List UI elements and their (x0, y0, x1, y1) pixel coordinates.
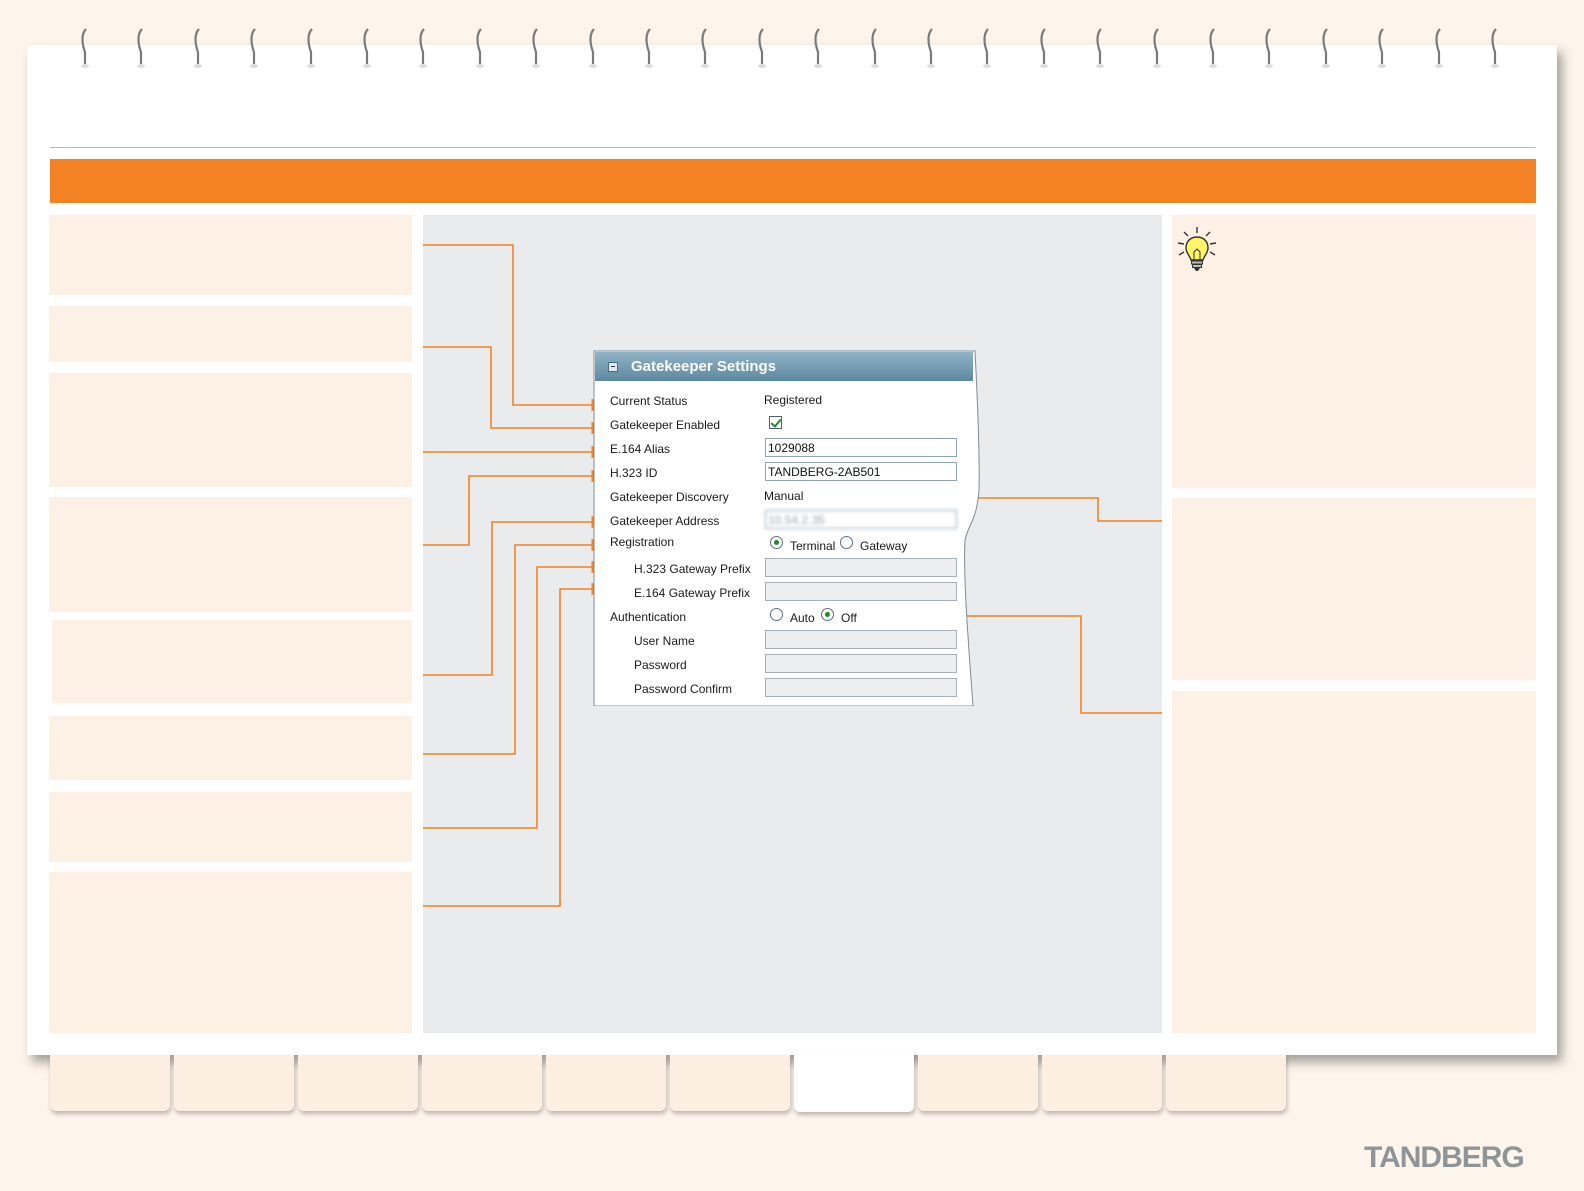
registration-terminal-label: Terminal (790, 539, 836, 553)
authentication-auto-radio[interactable] (770, 608, 783, 621)
authentication-label: Authentication (610, 610, 687, 624)
password-confirm-input[interactable] (765, 678, 957, 697)
e164-gateway-prefix-input[interactable] (765, 582, 957, 601)
user-name-label: User Name (634, 634, 695, 648)
registration-gateway-radio[interactable] (840, 536, 853, 549)
registration-label: Registration (610, 535, 675, 549)
current-status-label: Current Status (610, 394, 688, 408)
user-name-input[interactable] (765, 630, 957, 649)
e164-alias-input[interactable] (765, 438, 957, 457)
gatekeeper-address-input[interactable] (765, 510, 957, 529)
h323-gateway-prefix-label: H.323 Gateway Prefix (634, 562, 751, 576)
section-tab-5[interactable] (546, 1055, 666, 1111)
section-tab-6[interactable] (670, 1055, 790, 1111)
e164-alias-label: E.164 Alias (610, 442, 671, 456)
h323-id-input[interactable] (765, 462, 957, 481)
authentication-off-label: Off (841, 611, 857, 625)
brand-logo: TANDBERG (1364, 1141, 1525, 1174)
password-input[interactable] (765, 654, 957, 673)
gatekeeper-enabled-checkbox[interactable] (769, 416, 782, 429)
section-tab-1[interactable] (50, 1055, 170, 1111)
gatekeeper-discovery-value[interactable]: Manual (764, 489, 803, 503)
section-tab-9[interactable] (1042, 1055, 1162, 1111)
section-tab-4[interactable] (422, 1055, 542, 1111)
collapse-icon[interactable] (608, 362, 618, 372)
authentication-off-radio[interactable] (821, 608, 834, 621)
section-tab-10[interactable] (1166, 1055, 1286, 1111)
h323-id-label: H.323 ID (610, 466, 658, 480)
dialog-title: Gatekeeper Settings (631, 358, 777, 375)
password-confirm-label: Password Confirm (634, 682, 733, 696)
authentication-auto-label: Auto (790, 611, 815, 625)
gatekeeper-enabled-label: Gatekeeper Enabled (610, 418, 721, 432)
h323-gateway-prefix-input[interactable] (765, 558, 957, 577)
section-tab-3[interactable] (298, 1055, 418, 1111)
gatekeeper-address-label: Gatekeeper Address (610, 514, 720, 528)
current-status-value: Registered (764, 393, 823, 407)
registration-gateway-label: Gateway (860, 539, 908, 553)
password-label: Password (634, 658, 687, 672)
registration-terminal-radio[interactable] (770, 536, 783, 549)
dialog-titlebar: Gatekeeper Settings (595, 352, 973, 381)
gatekeeper-discovery-label: Gatekeeper Discovery (610, 490, 729, 504)
gatekeeper-settings-dialog: Gatekeeper Settings Current Status Regis… (593, 350, 988, 706)
e164-gateway-prefix-label: E.164 Gateway Prefix (634, 586, 751, 600)
section-tab-7-active[interactable] (794, 1050, 914, 1112)
section-tab-2[interactable] (174, 1055, 294, 1111)
section-tab-8[interactable] (918, 1055, 1038, 1111)
